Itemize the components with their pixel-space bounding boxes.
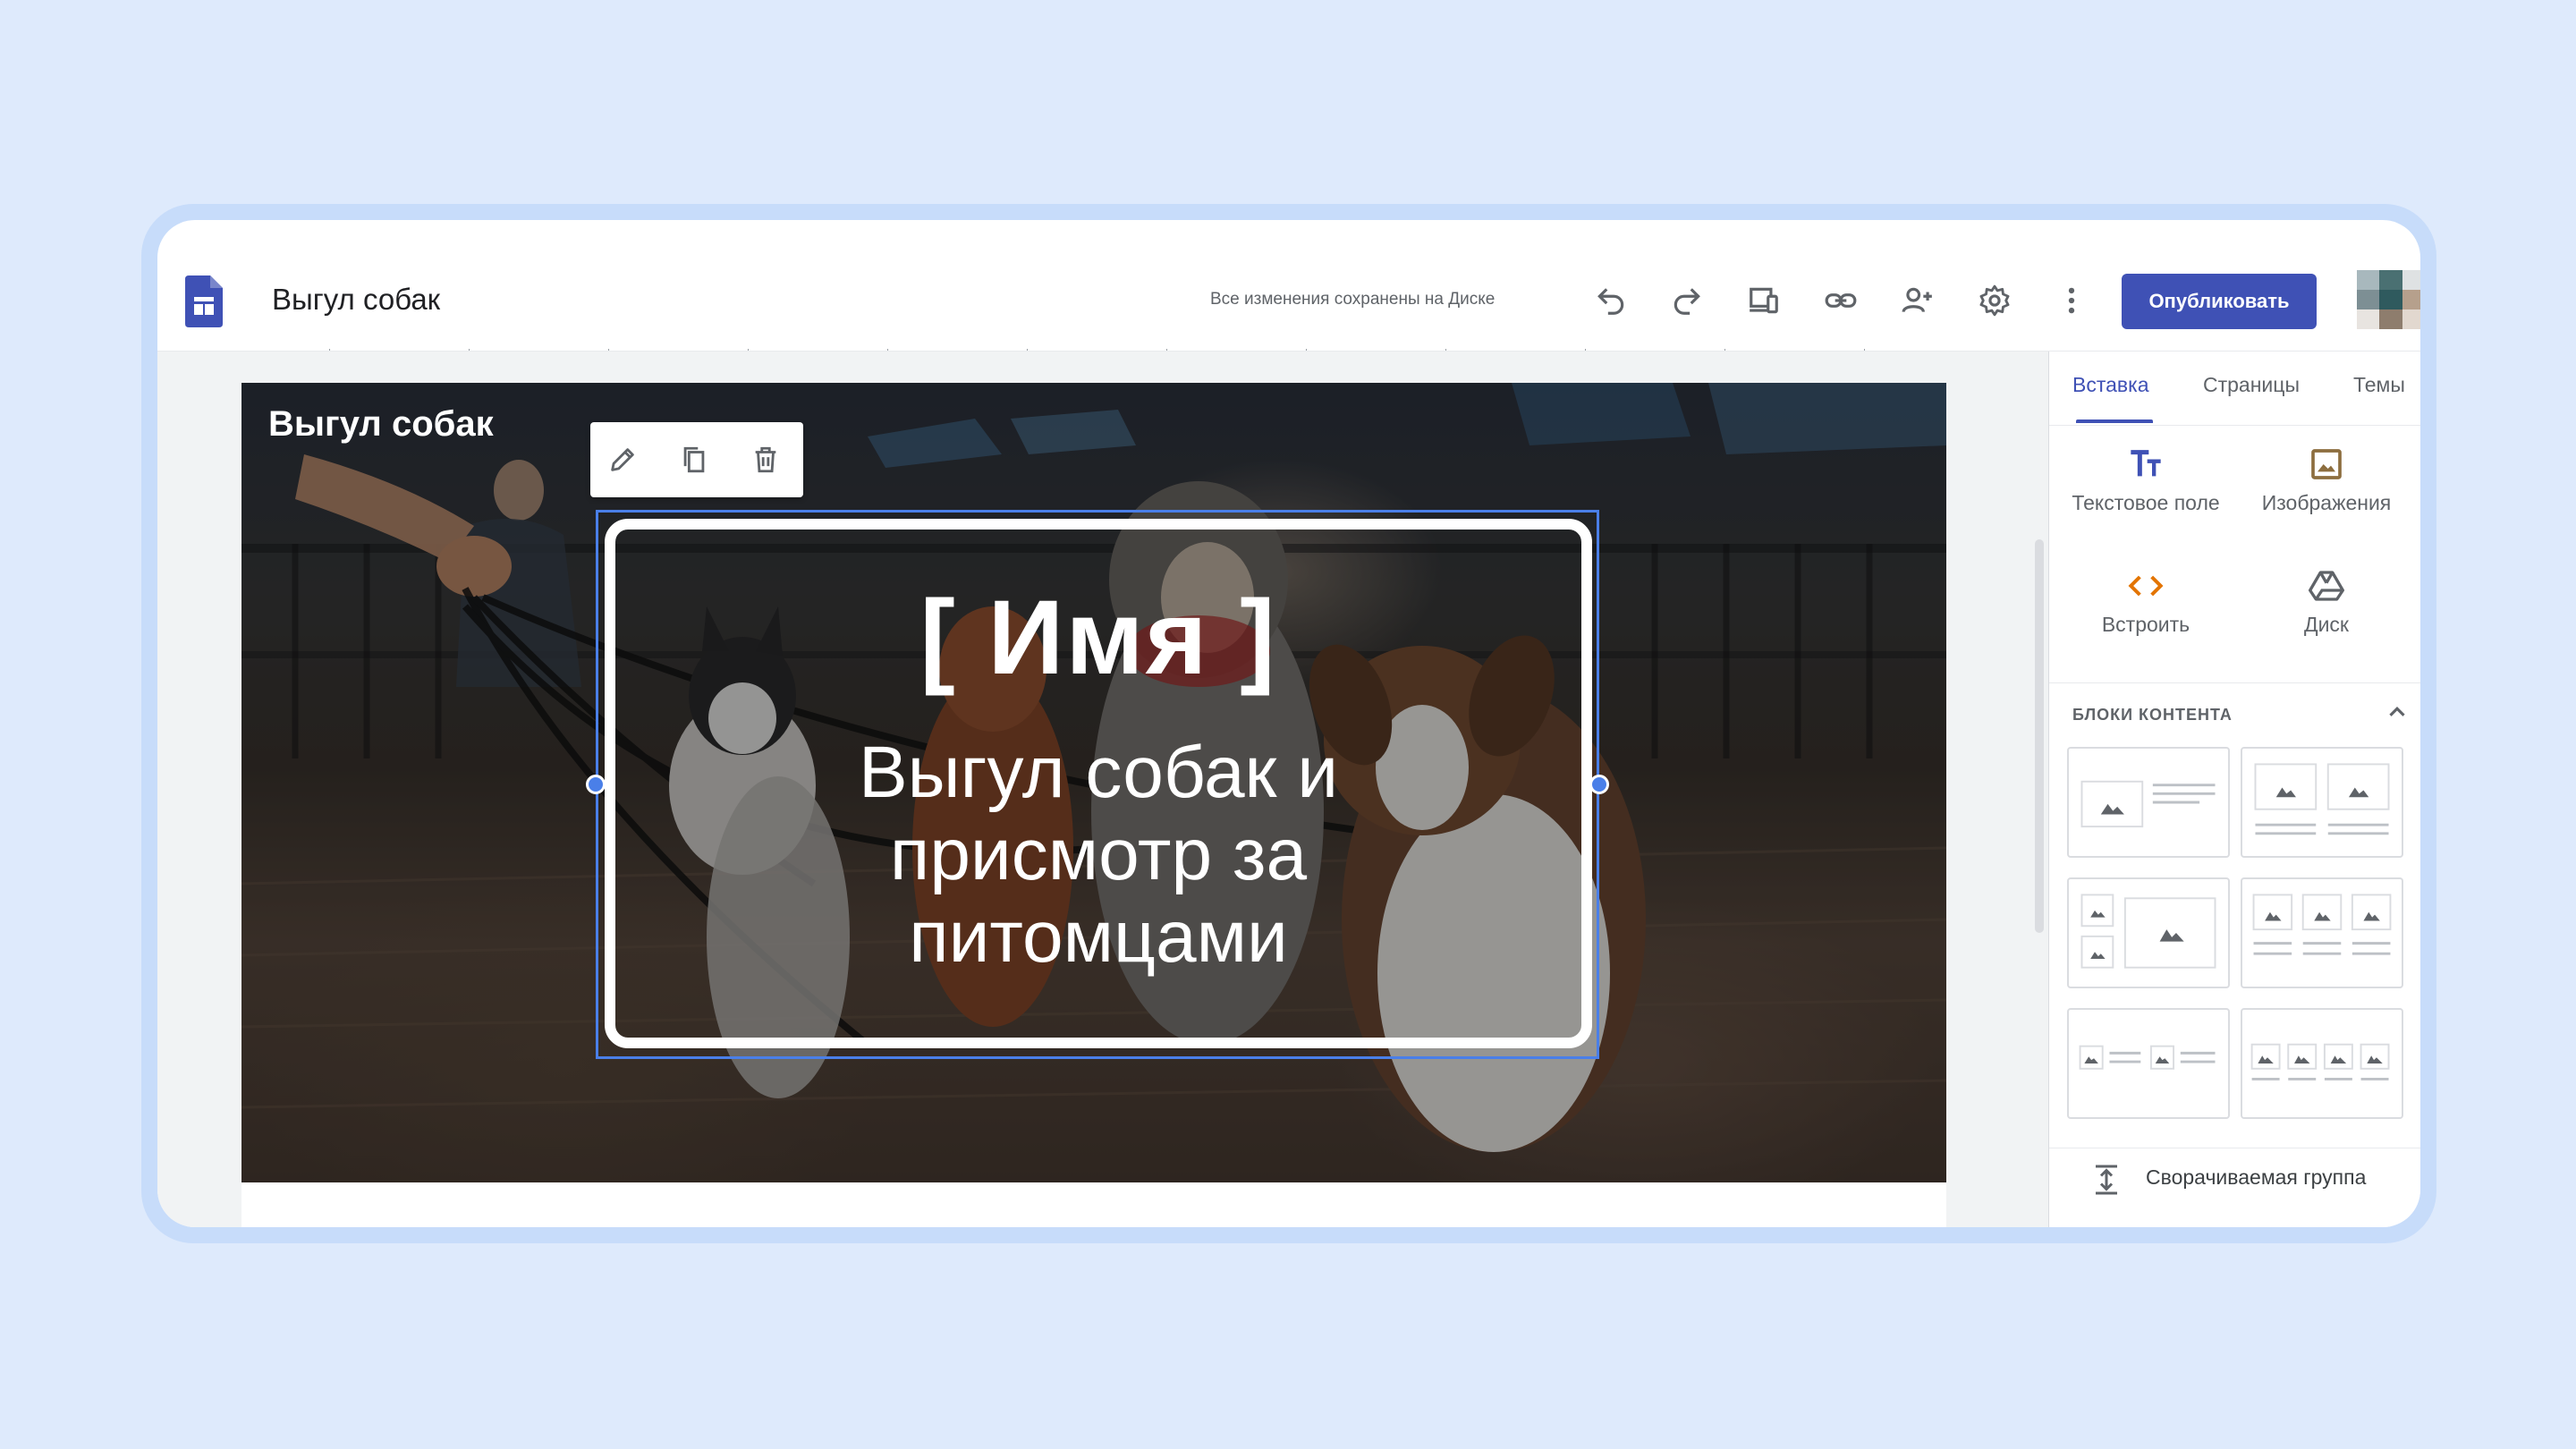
- duplicate-icon: [683, 446, 705, 473]
- avatar-tile: [2379, 309, 2402, 329]
- more-options-button[interactable]: [2048, 277, 2095, 324]
- insert-text-box[interactable]: Текстовое поле: [2065, 443, 2226, 515]
- insert-images-label: Изображения: [2261, 491, 2392, 514]
- chevron-up-icon[interactable]: [2384, 699, 2411, 725]
- insert-drive[interactable]: Диск: [2246, 564, 2407, 637]
- undo-icon: [1597, 288, 1624, 315]
- sites-editor-window: Выгул собак Все изменения сохранены на Д…: [157, 220, 2420, 1227]
- redo-icon: [1674, 288, 1700, 315]
- duplicate-button[interactable]: [676, 442, 712, 478]
- resize-handle-left[interactable]: [586, 775, 606, 794]
- tab-themes[interactable]: Темы: [2353, 373, 2405, 397]
- pencil-edit-icon: [611, 448, 634, 471]
- hero-section[interactable]: Выгул собак [ Имя ] Выгул собак и присмо…: [242, 383, 1946, 1182]
- element-edit-toolbar: [590, 422, 803, 497]
- avatar-tile: [2379, 290, 2402, 309]
- content-block-image-text[interactable]: [2067, 747, 2230, 858]
- publish-button[interactable]: Опубликовать: [2122, 274, 2317, 329]
- trash-icon: [755, 446, 776, 473]
- insert-collapsible-group[interactable]: Сворачиваемая группа: [2072, 1157, 2412, 1201]
- active-tab-indicator: [2076, 419, 2153, 423]
- link-icon: [1825, 293, 1857, 308]
- editor-canvas[interactable]: Выгул собак [ Имя ] Выгул собак и присмо…: [157, 352, 2048, 1227]
- avatar-tile: [2402, 309, 2420, 329]
- content-block-three-images[interactable]: [2241, 877, 2403, 988]
- insert-embed[interactable]: Встроить: [2065, 564, 2226, 637]
- hero-subtitle[interactable]: Выгул собак и присмотр за питомцами: [739, 732, 1458, 979]
- settings-button[interactable]: [1971, 277, 2018, 324]
- insert-drive-label: Диск: [2304, 613, 2349, 636]
- share-button[interactable]: [1894, 277, 1941, 324]
- insert-text-box-label: Текстовое поле: [2072, 491, 2220, 514]
- collapsible-group-icon: [2096, 1165, 2117, 1195]
- avatar-tile: [2379, 270, 2402, 290]
- copy-link-button[interactable]: [1818, 277, 1864, 324]
- redo-button[interactable]: [1664, 277, 1710, 324]
- settings-gear-icon: [1979, 284, 2010, 317]
- image-icon: [2311, 449, 2342, 479]
- user-avatar[interactable]: [2357, 270, 2420, 329]
- site-name[interactable]: Выгул собак: [268, 404, 494, 445]
- content-block-two-image-text[interactable]: [2067, 1008, 2230, 1119]
- top-bar: Выгул собак Все изменения сохранены на Д…: [157, 220, 2420, 360]
- avatar-tile: [2357, 309, 2380, 329]
- avatar-tile: [2402, 270, 2420, 290]
- avatar-tile: [2357, 290, 2380, 309]
- panel-tabs: Вставка Страницы Темы: [2049, 352, 2420, 426]
- avatar-tile: [2357, 270, 2380, 290]
- tab-insert[interactable]: Вставка: [2072, 373, 2149, 397]
- edit-button[interactable]: [605, 442, 640, 478]
- content-block-four-images[interactable]: [2241, 1008, 2403, 1119]
- avatar-tile: [2402, 290, 2420, 309]
- insert-images[interactable]: Изображения: [2246, 443, 2407, 515]
- canvas-scrollbar[interactable]: [2035, 539, 2044, 933]
- side-panel: Вставка Страницы Темы Текстовое поле Изо…: [2048, 352, 2420, 1227]
- panel-divider: [2049, 682, 2420, 683]
- content-block-gallery[interactable]: [2067, 877, 2230, 988]
- preview-devices-icon: [1750, 287, 1778, 314]
- hero-title[interactable]: [ Имя ]: [605, 585, 1592, 691]
- delete-button[interactable]: [748, 442, 784, 478]
- undo-button[interactable]: [1588, 277, 1634, 324]
- drive-icon: [2309, 571, 2344, 601]
- embed-code-icon: [2128, 575, 2164, 597]
- preview-button[interactable]: [1741, 277, 1787, 324]
- insert-embed-label: Встроить: [2101, 613, 2190, 636]
- text-box-icon: [2131, 450, 2161, 477]
- more-vert-icon: [2068, 287, 2075, 314]
- document-title[interactable]: Выгул собак: [272, 283, 440, 317]
- tab-pages[interactable]: Страницы: [2203, 373, 2300, 397]
- google-sites-logo-icon[interactable]: [185, 275, 223, 327]
- site-page[interactable]: Выгул собак [ Имя ] Выгул собак и присмо…: [242, 383, 1946, 1227]
- content-blocks-title: БЛОКИ КОНТЕНТА: [2072, 706, 2233, 724]
- content-block-two-images[interactable]: [2241, 747, 2403, 858]
- save-status: Все изменения сохранены на Диске: [1210, 290, 1496, 309]
- share-add-person-icon: [1902, 287, 1932, 313]
- resize-handle-right[interactable]: [1589, 775, 1609, 794]
- collapsible-group-label: Сворачиваемая группа: [2146, 1165, 2367, 1189]
